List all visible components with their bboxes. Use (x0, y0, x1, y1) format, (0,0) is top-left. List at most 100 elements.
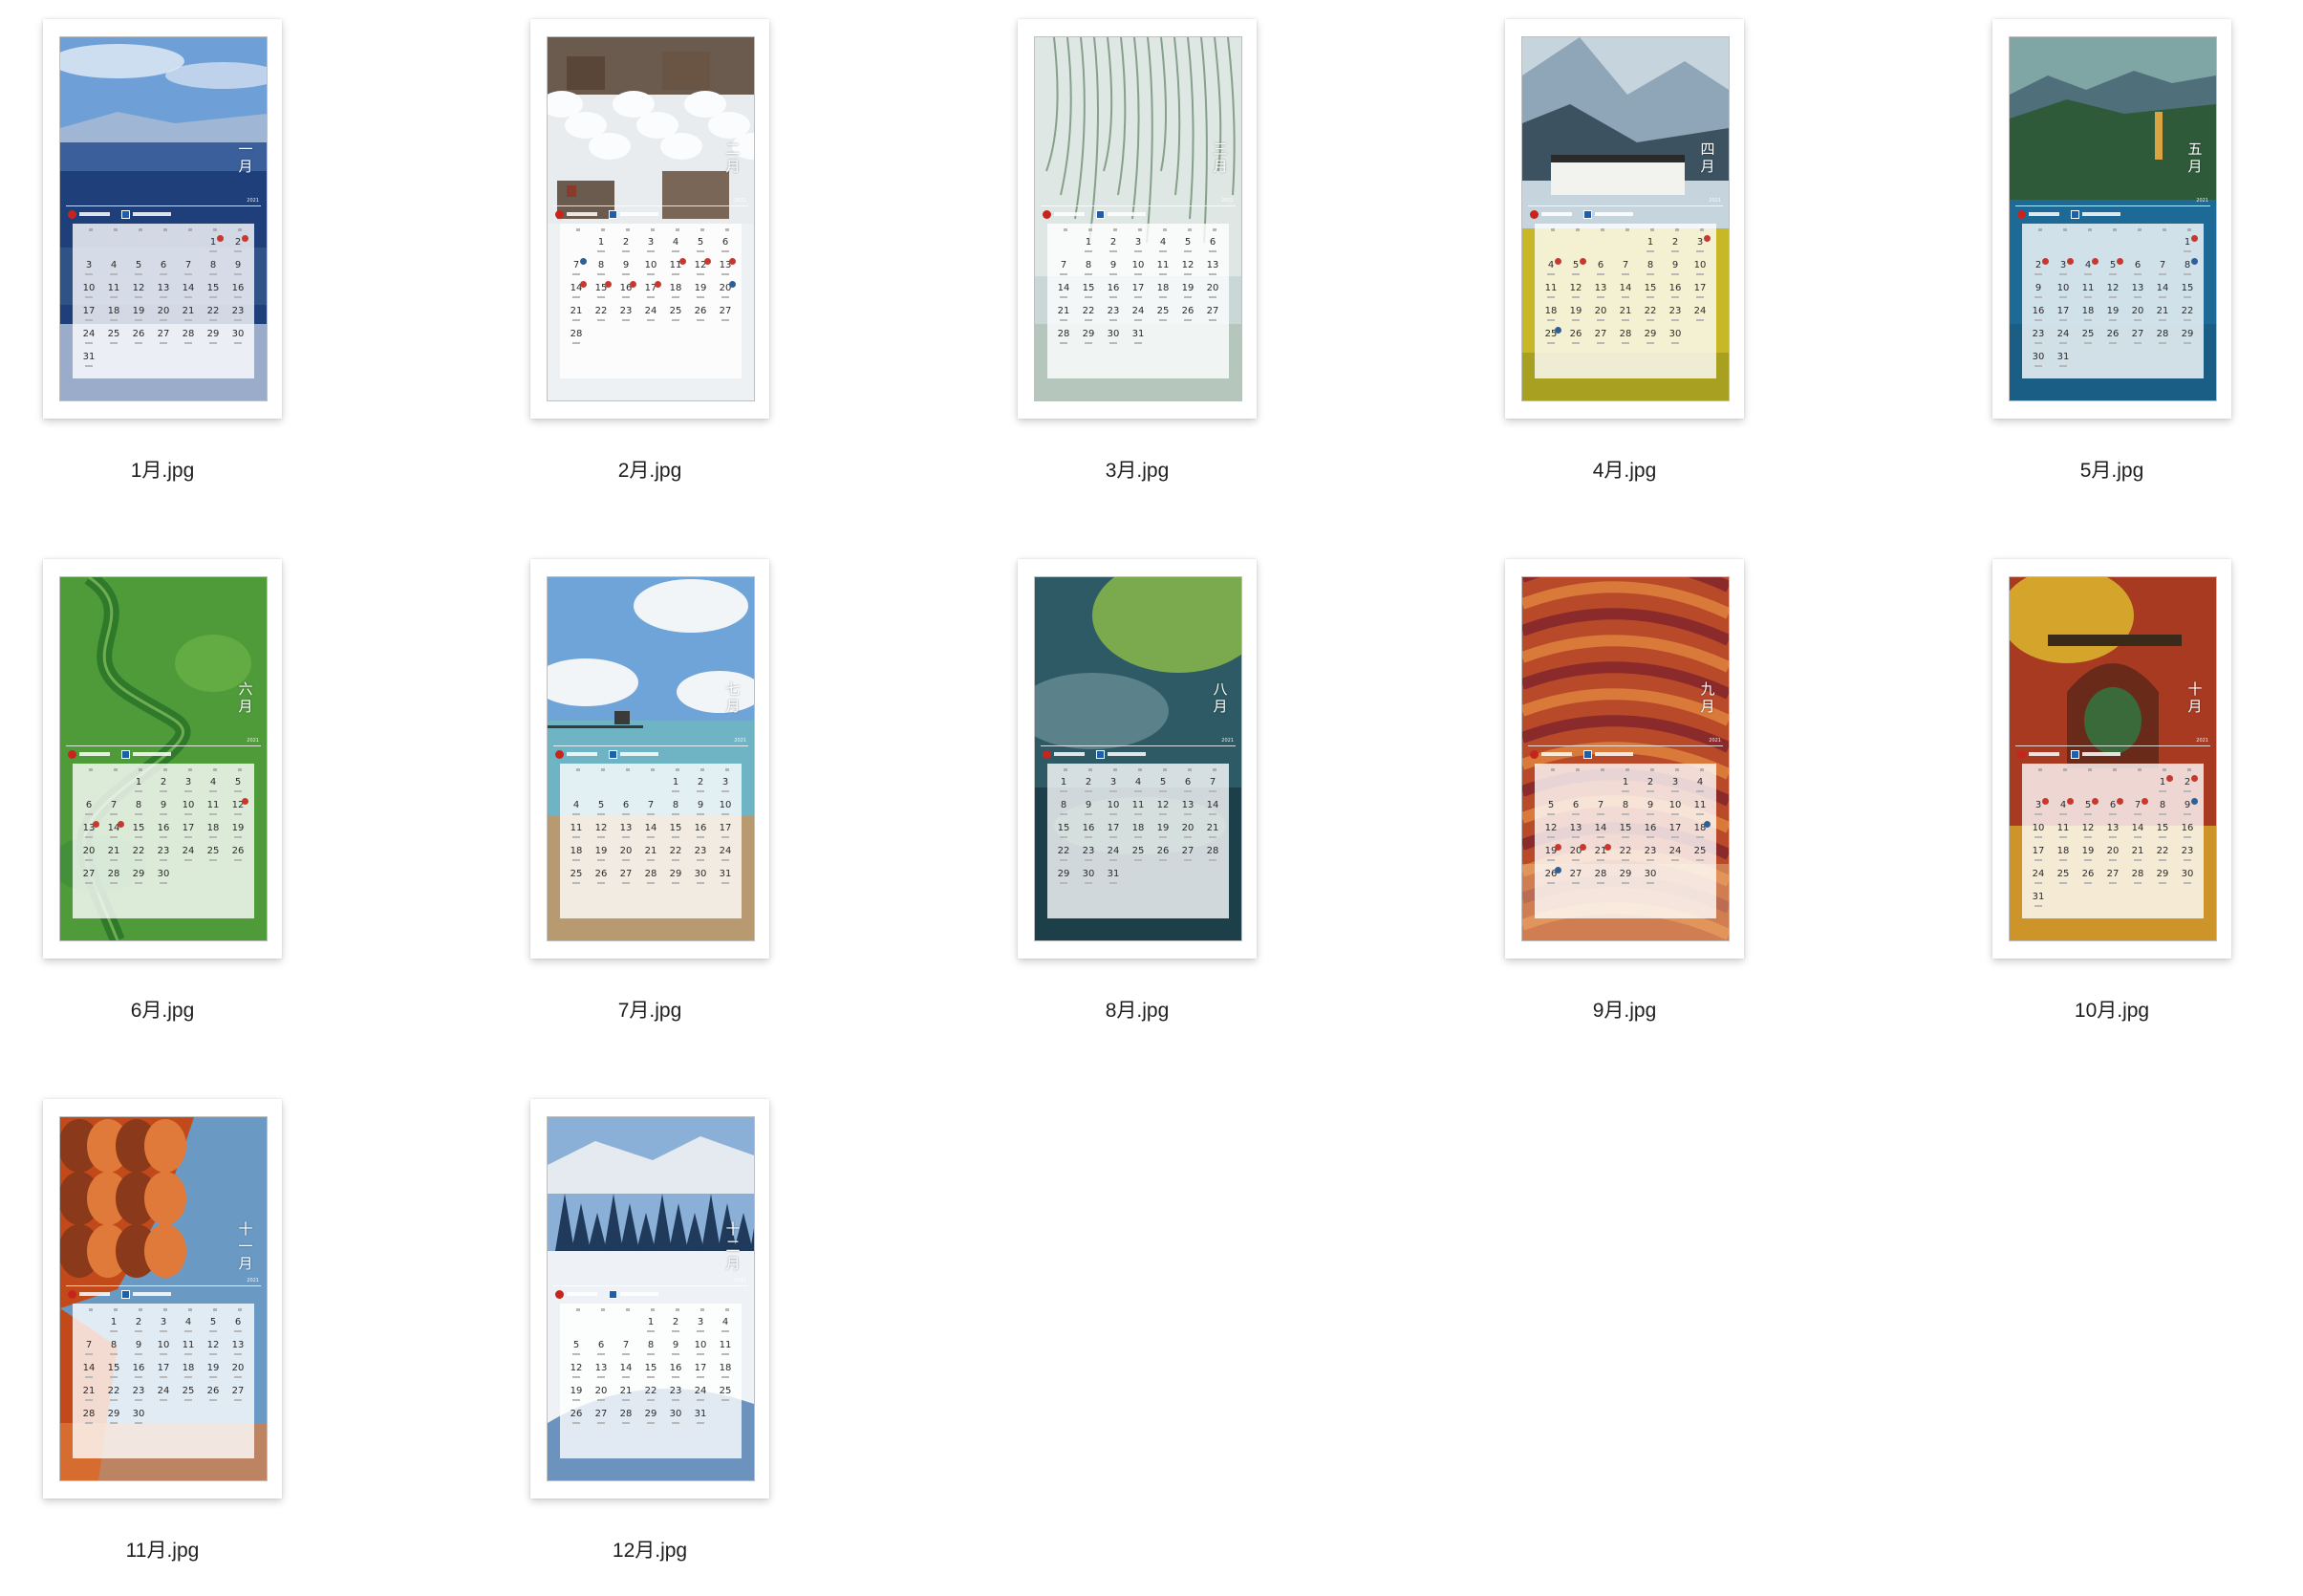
day-cell: 22 (2150, 846, 2175, 867)
day-cell: 1 (1051, 777, 1076, 798)
day-number: 5 (597, 800, 605, 810)
day-cell: 23 (2175, 846, 2200, 867)
holiday-marker (2191, 258, 2198, 265)
logo-text (1541, 752, 1572, 756)
day-number: 12 (132, 283, 145, 293)
day-number: 30 (1107, 329, 1120, 339)
file-item[interactable]: 十一月 2021 1 2 3 4 5 6 7 8 9 10 11 12 13 14 15 16 17 18 19 20 21… (0, 1080, 287, 1596)
lunar-date (672, 1376, 679, 1378)
day-cell: 26 (1539, 867, 1563, 890)
file-item[interactable]: 六月 2021 1 2 3 4 5 6 7 8 9 10 11 12 13 14 15 16 17 18 19 20 21 2… (0, 540, 287, 1056)
day-cell: 2 (226, 235, 250, 258)
lunar-date (2134, 859, 2142, 861)
day-number: 13 (1569, 823, 1582, 833)
day-number: 21 (1619, 306, 1632, 316)
lunar-date (209, 296, 217, 298)
weekday-header (2028, 768, 2198, 774)
day-cell: 18 (1539, 306, 1563, 327)
lunar-date (2109, 273, 2117, 275)
file-item[interactable]: 三月 2021 1 2 3 4 5 6 7 8 9 10 11 12 13 14 15 16 17 18 19 20 21 2… (975, 0, 1261, 516)
weekday-label (1675, 228, 1679, 231)
file-item[interactable]: 十月 2021 1 2 3 4 5 6 7 8 9 10 11 12 13 14 15 16 17 18 19 20 21 2… (1949, 540, 2236, 1056)
day-number: 1 (1060, 777, 1067, 787)
day-cell: 3 (1688, 235, 1712, 258)
day-cell: 8 (663, 800, 688, 821)
day-number: 22 (132, 846, 145, 856)
day-cell: 23 (663, 1386, 688, 1407)
file-item[interactable]: 八月 2021 1 2 3 4 5 6 7 8 9 10 11 12 13 14 15 16 17 18 19 20 21 2… (975, 540, 1261, 1056)
lunar-date (1184, 790, 1192, 792)
lunar-date (697, 1399, 704, 1401)
file-name-label: 4月.jpg (1592, 460, 1657, 482)
day-cell: 27 (613, 869, 638, 890)
file-item[interactable]: 四月 2021 1 2 3 4 5 6 7 8 9 10 11 12 13 14 15 16 17 18 19 20 21 2… (1462, 0, 1749, 516)
day-number: 1 (1622, 777, 1629, 787)
holiday-marker (729, 258, 736, 265)
lunar-date (1622, 273, 1629, 275)
day-number: 23 (1082, 846, 1095, 856)
weekday-label (1088, 768, 1092, 771)
lunar-date (1209, 859, 1216, 861)
day-cell: 10 (2026, 823, 2051, 844)
lunar-date (2134, 273, 2142, 275)
weekday-label (1213, 228, 1216, 231)
day-number: 26 (570, 1409, 583, 1419)
day-cell: 15 (126, 823, 151, 844)
day-number: 2 (135, 1317, 142, 1327)
day-cell: 13 (1588, 283, 1613, 304)
day-number: 7 (622, 1340, 630, 1350)
day-cell: 17 (638, 281, 663, 304)
lunar-date (85, 342, 93, 344)
lunar-date (1696, 319, 1704, 321)
file-item[interactable]: 二月 2021 1 2 3 4 5 6 7 8 9 10 11 12 13 14 15 16 17 18 19 20 21 2… (487, 0, 774, 516)
day-cell: 13 (151, 283, 176, 304)
weekday-header (78, 1308, 248, 1314)
day-cell: 30 (663, 1409, 688, 1430)
day-number: 16 (1107, 283, 1120, 293)
day-number: 11 (719, 1340, 732, 1350)
day-number: 6 (1209, 237, 1216, 248)
file-item[interactable]: 九月 2021 1 2 3 4 5 6 7 8 9 10 11 12 13 14 15 16 17 18 19 20 21 2… (1462, 540, 1749, 1056)
day-number: 29 (1619, 869, 1632, 879)
day-number: 5 (1159, 777, 1167, 787)
day-cell: 16 (2175, 823, 2200, 844)
month-name-label: 八月 (1213, 680, 1228, 715)
day-number: 15 (132, 823, 145, 833)
day-cell: 27 (151, 329, 176, 350)
emblem-icon (2017, 750, 2026, 759)
day-cell: 11 (564, 823, 589, 844)
day-number: 1 (209, 237, 217, 248)
lunar-date (1622, 319, 1629, 321)
holiday-marker (729, 281, 736, 288)
lunar-date (110, 1422, 118, 1424)
lunar-date (1134, 250, 1142, 252)
lunar-date (2134, 813, 2142, 815)
day-number: 4 (672, 237, 679, 248)
lunar-date (1647, 319, 1654, 321)
day-cell: 6 (1175, 777, 1200, 798)
day-number: 5 (135, 260, 142, 270)
file-item[interactable]: 七月 2021 1 2 3 4 5 6 7 8 9 10 11 12 13 14 15 16 17 18 19 20 21 2… (487, 540, 774, 1056)
header-divider (553, 205, 748, 206)
weekday-label (626, 228, 630, 231)
lunar-date (647, 882, 655, 884)
day-number: 4 (2084, 260, 2092, 270)
lunar-date (110, 859, 118, 861)
lunar-date (1060, 859, 1067, 861)
day-number: 12 (570, 1363, 583, 1373)
file-item[interactable]: 十二月 2021 1 2 3 4 5 6 7 8 9 10 11 12 13 14 15 16 17 18 19 20 21… (487, 1080, 774, 1596)
day-number: 27 (2106, 869, 2120, 879)
day-cell: 6 (613, 800, 638, 821)
thumbnail-image: 四月 2021 1 2 3 4 5 6 7 8 9 10 11 12 13 14 15 16 17 18 19 20 21 2… (1521, 36, 1730, 401)
day-number: 31 (2032, 892, 2045, 902)
day-cell: 30 (688, 869, 713, 890)
lunar-date (1572, 813, 1580, 815)
lunar-date (1696, 813, 1704, 815)
day-cell: 13 (76, 821, 101, 844)
day-cell: 29 (201, 329, 226, 350)
holiday-marker (2191, 775, 2198, 782)
lunar-date (1085, 790, 1092, 792)
file-item[interactable]: 一月 2021 1 2 3 4 5 6 7 8 9 10 11 12 13 14 15 16 17 18 19 20 21 2… (0, 0, 287, 516)
file-item[interactable]: 五月 2021 1 2 3 4 5 6 7 8 9 10 11 12 13 14 15 16 17 18 19 20 21 2… (1949, 0, 2236, 516)
day-cell: 27 (2125, 329, 2150, 350)
